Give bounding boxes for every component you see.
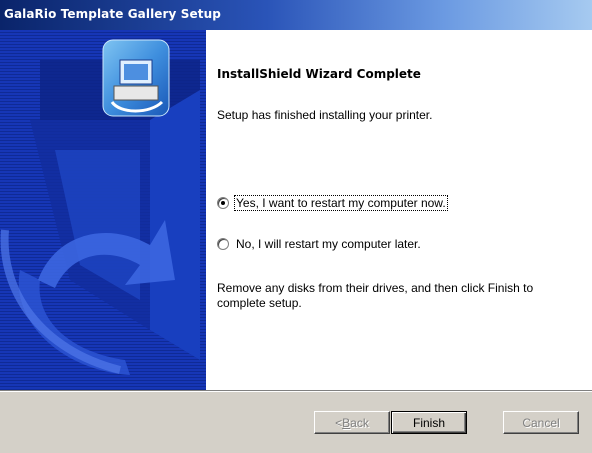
restart-now-radio[interactable] bbox=[217, 197, 229, 209]
restart-later-option[interactable]: No, I will restart my computer later. bbox=[217, 236, 422, 252]
restart-later-label[interactable]: No, I will restart my computer later. bbox=[235, 237, 422, 251]
window-title: GalaRio Template Gallery Setup bbox=[4, 7, 221, 21]
wizard-content: InstallShield Wizard Complete Setup has … bbox=[206, 30, 592, 390]
back-button[interactable]: < Back bbox=[314, 411, 390, 434]
computer-setup-icon bbox=[102, 39, 170, 117]
finish-button[interactable]: Finish bbox=[391, 411, 467, 434]
title-bar[interactable]: GalaRio Template Gallery Setup bbox=[0, 0, 592, 30]
banner-graphic bbox=[0, 30, 206, 390]
status-message: Setup has finished installing your print… bbox=[217, 108, 433, 122]
restart-now-label[interactable]: Yes, I want to restart my computer now. bbox=[234, 195, 448, 211]
restart-later-radio[interactable] bbox=[217, 238, 229, 250]
setup-wizard-window: GalaRio Template Gallery Setup InstallSh… bbox=[0, 0, 592, 453]
cancel-button[interactable]: Cancel bbox=[503, 411, 579, 434]
footer-divider bbox=[0, 390, 592, 392]
wizard-banner bbox=[0, 30, 206, 390]
page-title: InstallShield Wizard Complete bbox=[217, 67, 421, 81]
finish-instructions: Remove any disks from their drives, and … bbox=[217, 281, 534, 310]
restart-now-option[interactable]: Yes, I want to restart my computer now. bbox=[217, 195, 448, 211]
